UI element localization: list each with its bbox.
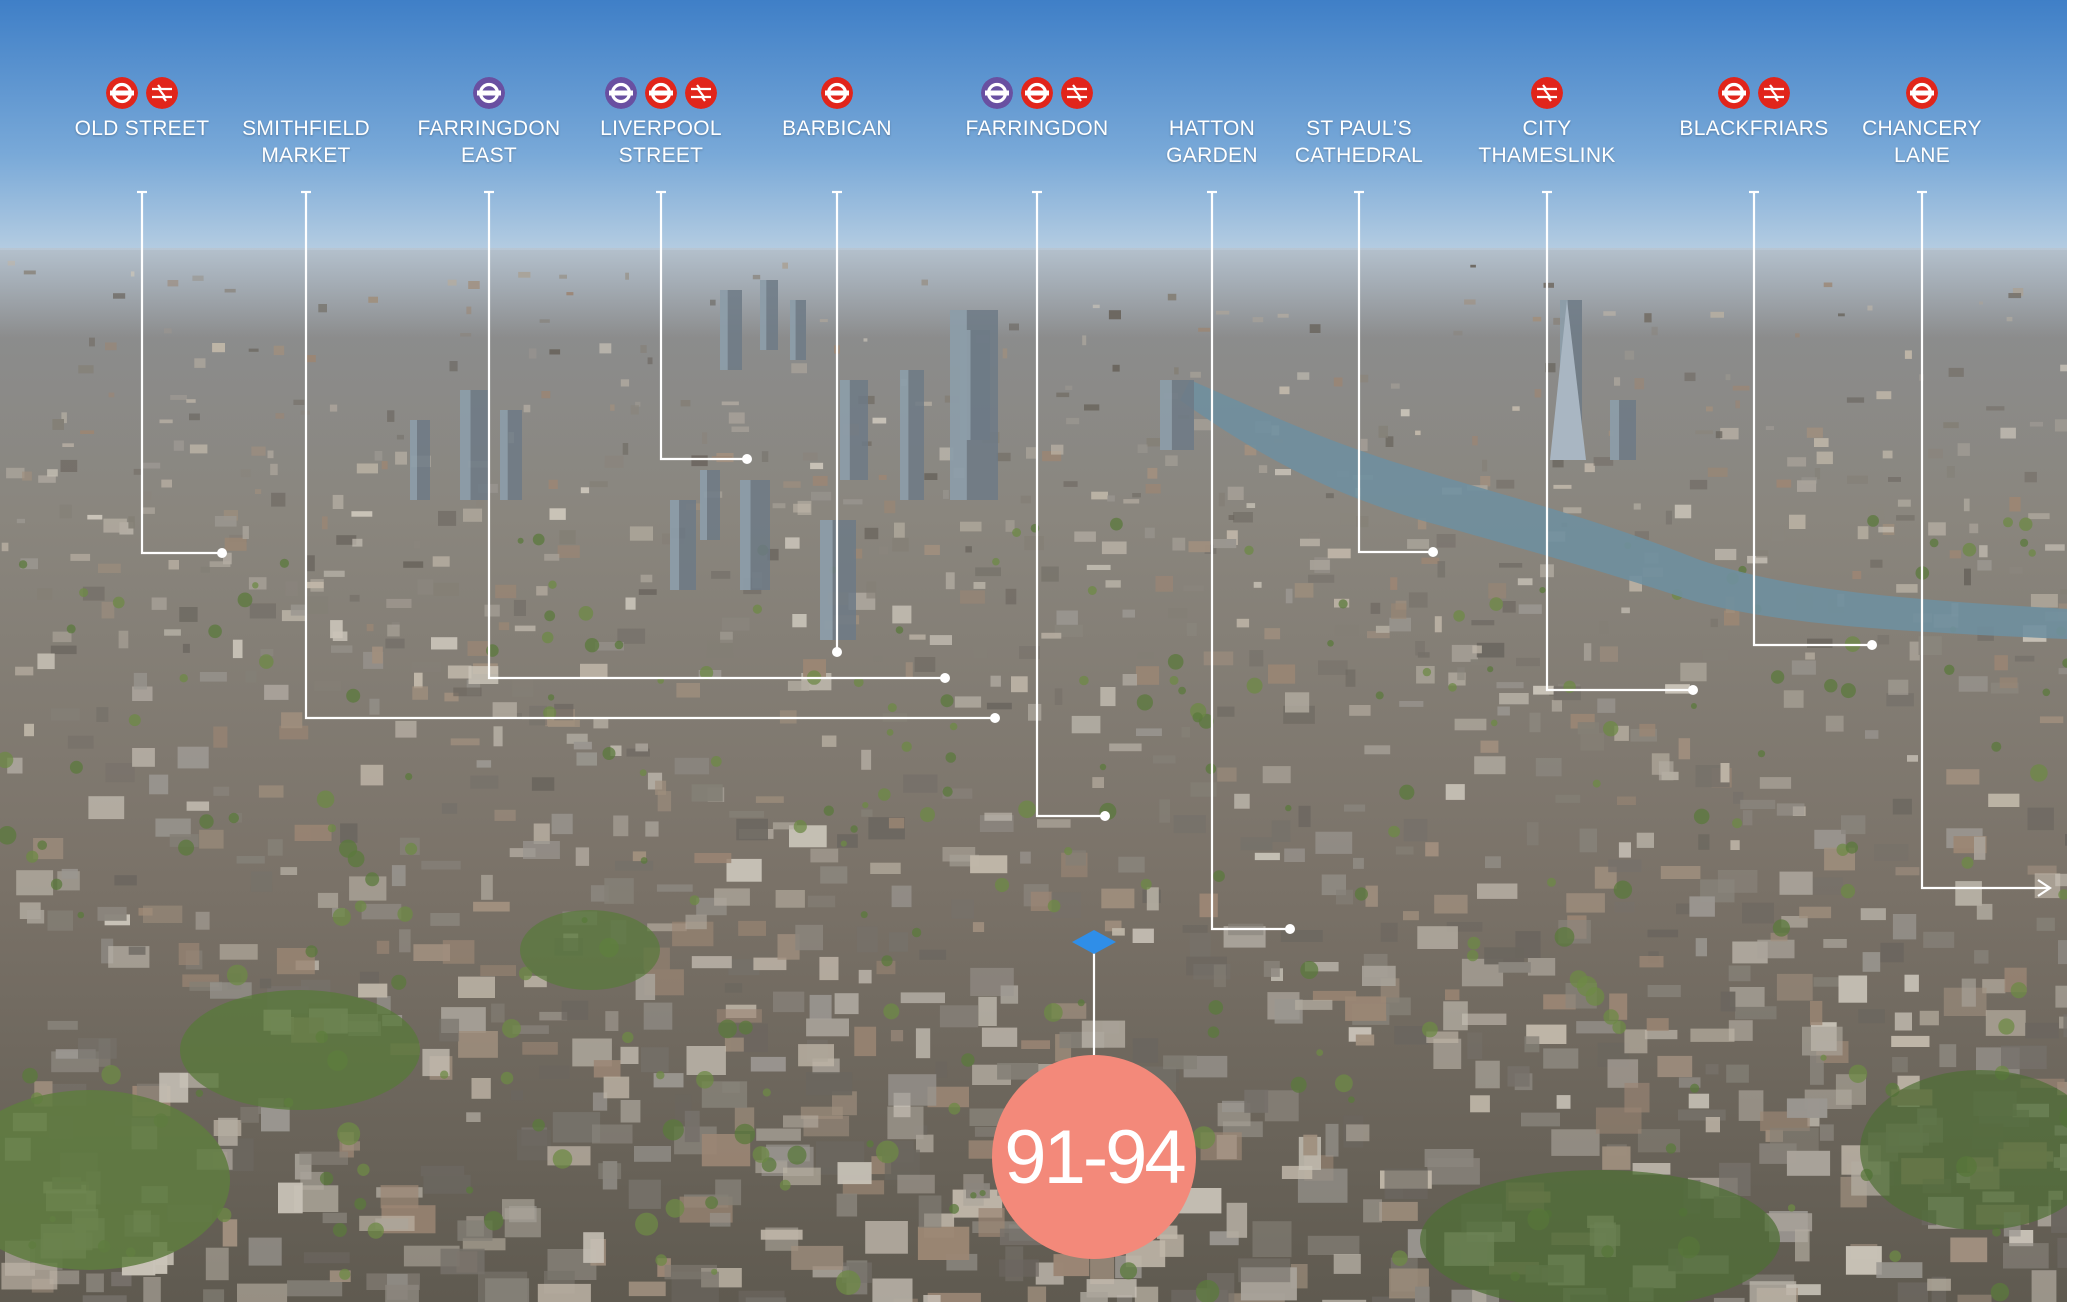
station-label-smithfield-market[interactable]: SMITHFIELD MARKET (242, 115, 370, 169)
national-rail-icon (146, 77, 178, 109)
underground-roundel-icon (821, 77, 853, 109)
national-rail-icon (685, 77, 717, 109)
station-label-line: FARRINGDON (417, 117, 561, 140)
station-label-barbican[interactable]: BARBICAN (782, 115, 892, 142)
barbican-line-icons (821, 77, 853, 109)
station-label-st-pauls-cathedral[interactable]: ST PAUL’S CATHEDRAL (1295, 115, 1423, 169)
elizabeth-line-roundel-icon (473, 77, 505, 109)
national-rail-icon (1758, 77, 1790, 109)
station-label-old-street[interactable]: OLD STREET (75, 115, 210, 142)
station-label-line: OLD STREET (74, 117, 210, 140)
elizabeth-line-roundel-icon (981, 77, 1013, 109)
underground-roundel-icon (1718, 77, 1750, 109)
station-label-line: CHANCERY (1862, 117, 1982, 140)
station-label-farringdon-east[interactable]: FARRINGDON EAST (417, 115, 560, 169)
station-label-liverpool-street[interactable]: LIVERPOOL STREET (600, 115, 722, 169)
station-label-line: LIVERPOOL (600, 117, 722, 140)
station-label-city-thameslink[interactable]: CITY THAMESLINK (1478, 115, 1615, 169)
station-label-line: MARKET (261, 144, 351, 167)
station-label-chancery-lane[interactable]: CHANCERY LANE (1862, 115, 1982, 169)
national-rail-icon (1061, 77, 1093, 109)
national-rail-icon (1531, 77, 1563, 109)
station-label-line: CATHEDRAL (1294, 144, 1424, 167)
station-label-blackfriars[interactable]: BLACKFRIARS (1679, 115, 1828, 142)
station-label-line: STREET (618, 144, 704, 167)
farringdon-line-icons (981, 77, 1093, 109)
station-label-line: ST PAUL’S (1306, 117, 1412, 140)
underground-roundel-icon (645, 77, 677, 109)
station-label-line: CITY (1522, 117, 1572, 140)
aerial-map-view: OLD STREET SMITHFIELD MARKET FARRINGDON EAST… (0, 0, 2089, 1302)
station-label-line: SMITHFIELD (242, 117, 370, 140)
horizon-haze (0, 248, 2089, 338)
station-label-line: EAST (460, 144, 518, 167)
station-label-line: THAMESLINK (1478, 144, 1616, 167)
photo-frame-edge (2067, 0, 2089, 1302)
station-label-line: BLACKFRIARS (1679, 117, 1829, 140)
station-label-line: GARDEN (1166, 144, 1258, 167)
liverpool-street-line-icons (605, 77, 717, 109)
station-label-hatton-garden[interactable]: HATTON GARDEN (1166, 115, 1258, 169)
property-location-badge[interactable]: 91-94 (992, 1055, 1196, 1259)
station-label-line: FARRINGDON (965, 117, 1109, 140)
station-label-line: LANE (1893, 144, 1951, 167)
old-street-line-icons (106, 77, 178, 109)
station-label-farringdon[interactable]: FARRINGDON (965, 115, 1108, 142)
underground-roundel-icon (106, 77, 138, 109)
badge-label: 91-94 (1004, 1114, 1186, 1200)
station-label-line: BARBICAN (782, 117, 892, 140)
elizabeth-line-roundel-icon (605, 77, 637, 109)
blackfriars-line-icons (1718, 77, 1790, 109)
underground-roundel-icon (1021, 77, 1053, 109)
chancery-lane-line-icons (1906, 77, 1938, 109)
city-thameslink-line-icons (1531, 77, 1563, 109)
farringdon-east-line-icons (473, 77, 505, 109)
underground-roundel-icon (1906, 77, 1938, 109)
station-label-line: HATTON (1168, 117, 1256, 140)
